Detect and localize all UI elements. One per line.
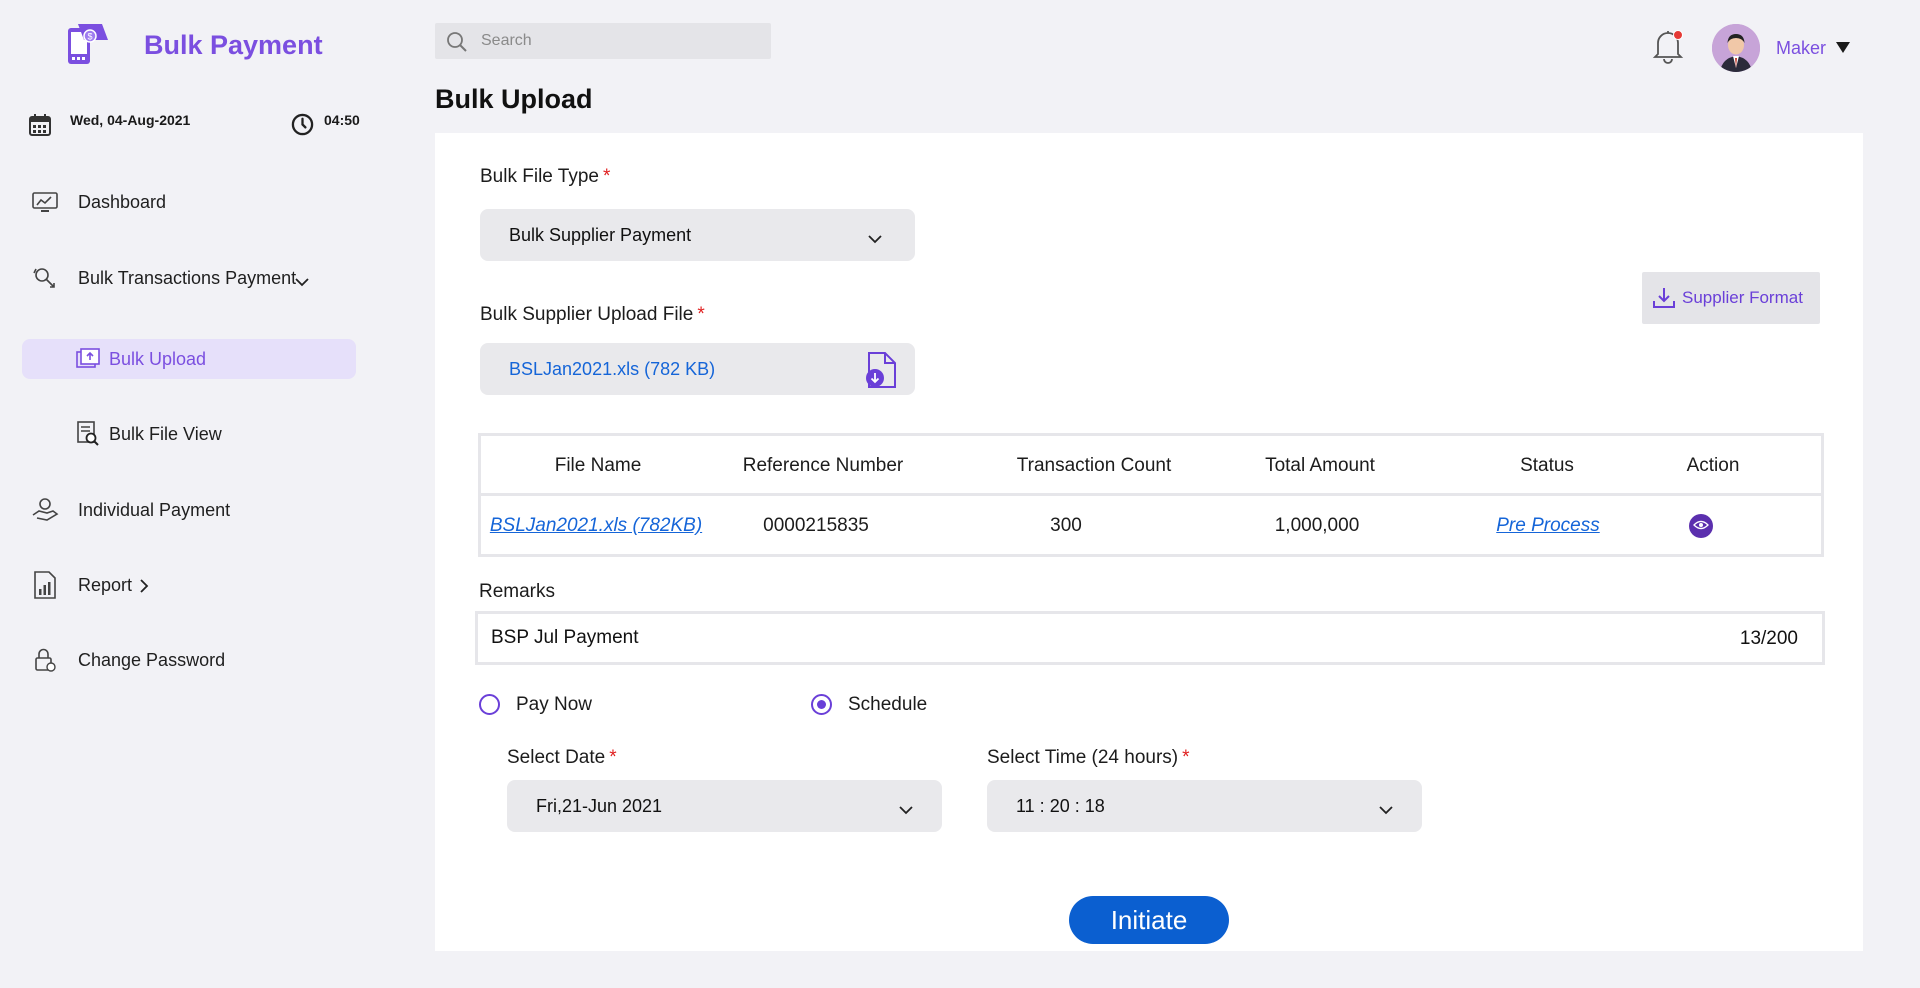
remarks-label: Remarks — [479, 581, 556, 602]
table-header: File Name Reference Number Transaction C… — [481, 436, 1821, 496]
eye-icon — [1693, 517, 1709, 535]
file-name-link[interactable]: BSLJan2021.xls (782KB) — [490, 515, 702, 537]
sidebar: $ Bulk Payment Wed, 04-Aug-2021 04:50 Da… — [0, 0, 380, 988]
column-header-transaction-count: Transaction Count — [1016, 455, 1172, 476]
transaction-count-cell: 300 — [1050, 515, 1082, 536]
download-icon — [1652, 286, 1676, 315]
calendar-icon — [29, 114, 51, 141]
sidebar-item-label: Bulk Transactions Payment — [78, 267, 297, 288]
upload-file-field[interactable]: BSLJan2021.xls (782 KB) — [480, 343, 915, 395]
search-icon — [446, 31, 468, 58]
page-title: Bulk Upload — [435, 84, 593, 114]
chevron-down-icon — [868, 231, 882, 244]
sidebar-item-individual-payment[interactable]: Individual Payment — [0, 490, 360, 530]
initiate-button[interactable]: Initiate — [1069, 896, 1229, 944]
dashboard-icon — [31, 188, 59, 216]
file-search-icon — [74, 420, 102, 448]
sidebar-item-label: Report — [78, 574, 133, 595]
app-brand: Bulk Payment — [144, 30, 323, 60]
sidebar-item-label: Bulk File View — [109, 423, 222, 444]
file-type-select[interactable]: Bulk Supplier Payment — [480, 209, 915, 261]
search-bar[interactable] — [435, 23, 771, 59]
column-header-file-name: File Name — [554, 455, 642, 476]
sidebar-item-bulk-upload[interactable]: Bulk Upload — [0, 339, 360, 379]
chevron-down-icon — [1379, 802, 1393, 815]
upload-file-value: BSLJan2021.xls (782 KB) — [509, 358, 716, 379]
chevron-down-icon — [899, 802, 913, 815]
svg-text:$: $ — [87, 32, 92, 42]
sidebar-item-label: Dashboard — [78, 191, 167, 212]
sidebar-item-dashboard[interactable]: Dashboard — [0, 182, 360, 222]
pay-now-label[interactable]: Pay Now — [516, 694, 592, 716]
date-value: Fri,21-Jun 2021 — [536, 795, 663, 816]
report-icon — [31, 571, 59, 599]
file-type-value: Bulk Supplier Payment — [509, 224, 692, 245]
upload-table: File Name Reference Number Transaction C… — [478, 433, 1824, 557]
select-time-label: Select Time (24 hours) * — [987, 747, 1190, 768]
time-value: 11 : 20 : 18 — [1016, 795, 1105, 816]
total-amount-cell: 1,000,000 — [1274, 515, 1360, 536]
sidebar-item-change-password[interactable]: Change Password — [0, 640, 360, 680]
time-select[interactable]: 11 : 20 : 18 — [987, 780, 1422, 832]
notification-badge — [1673, 30, 1683, 40]
schedule-label[interactable]: Schedule — [848, 694, 927, 716]
sidebar-item-bulk-transactions[interactable]: Bulk Transactions Payment — [0, 258, 360, 298]
reference-number-cell: 0000215835 — [763, 515, 869, 536]
upload-file-label: Bulk Supplier Upload File * — [480, 304, 705, 325]
user-name[interactable]: Maker — [1776, 38, 1826, 59]
user-menu-caret-icon[interactable] — [1836, 42, 1850, 53]
sidebar-item-report[interactable]: Report — [0, 565, 360, 605]
column-header-reference-number: Reference Number — [742, 455, 904, 476]
bulk-payment-logo-icon: $ — [64, 22, 110, 66]
remarks-input[interactable] — [491, 614, 1591, 662]
file-type-label: Bulk File Type * — [480, 166, 611, 187]
supplier-format-label: Supplier Format — [1682, 288, 1803, 307]
pay-now-radio[interactable] — [479, 694, 500, 715]
search-input[interactable] — [481, 23, 761, 59]
schedule-radio[interactable] — [811, 694, 832, 715]
sidebar-item-label: Bulk Upload — [109, 348, 207, 369]
remarks-field[interactable]: 13/200 — [475, 611, 1825, 665]
view-button[interactable] — [1689, 514, 1713, 538]
select-date-label: Select Date * — [507, 747, 617, 768]
notification-button[interactable] — [1652, 28, 1684, 64]
chevron-down-icon[interactable] — [295, 274, 309, 292]
column-header-total-amount: Total Amount — [1265, 455, 1375, 476]
date-select[interactable]: Fri,21-Jun 2021 — [507, 780, 942, 832]
supplier-format-button[interactable]: Supplier Format — [1642, 272, 1820, 324]
file-download-icon[interactable] — [863, 351, 897, 394]
bulk-upload-card: Bulk File Type * Bulk Supplier Payment Su… — [435, 133, 1863, 951]
column-header-action: Action — [1686, 455, 1740, 476]
status-link[interactable]: Pre Process — [1496, 515, 1599, 537]
sidebar-item-label: Individual Payment — [78, 499, 231, 520]
sidebar-item-bulk-file-view[interactable]: Bulk File View — [0, 414, 360, 454]
upload-icon — [74, 345, 102, 373]
sidebar-item-label: Change Password — [78, 649, 226, 670]
current-time: 04:50 — [324, 112, 360, 128]
avatar[interactable] — [1712, 24, 1760, 72]
remarks-char-count: 13/200 — [1739, 628, 1798, 649]
lock-icon — [31, 646, 59, 674]
transactions-icon — [31, 264, 59, 292]
clock-icon — [291, 113, 314, 141]
bell-icon — [1652, 31, 1684, 68]
hand-payment-icon — [31, 496, 59, 524]
column-header-status: Status — [1520, 455, 1574, 476]
current-date: Wed, 04-Aug-2021 — [70, 112, 191, 128]
chevron-right-icon[interactable] — [140, 579, 149, 598]
